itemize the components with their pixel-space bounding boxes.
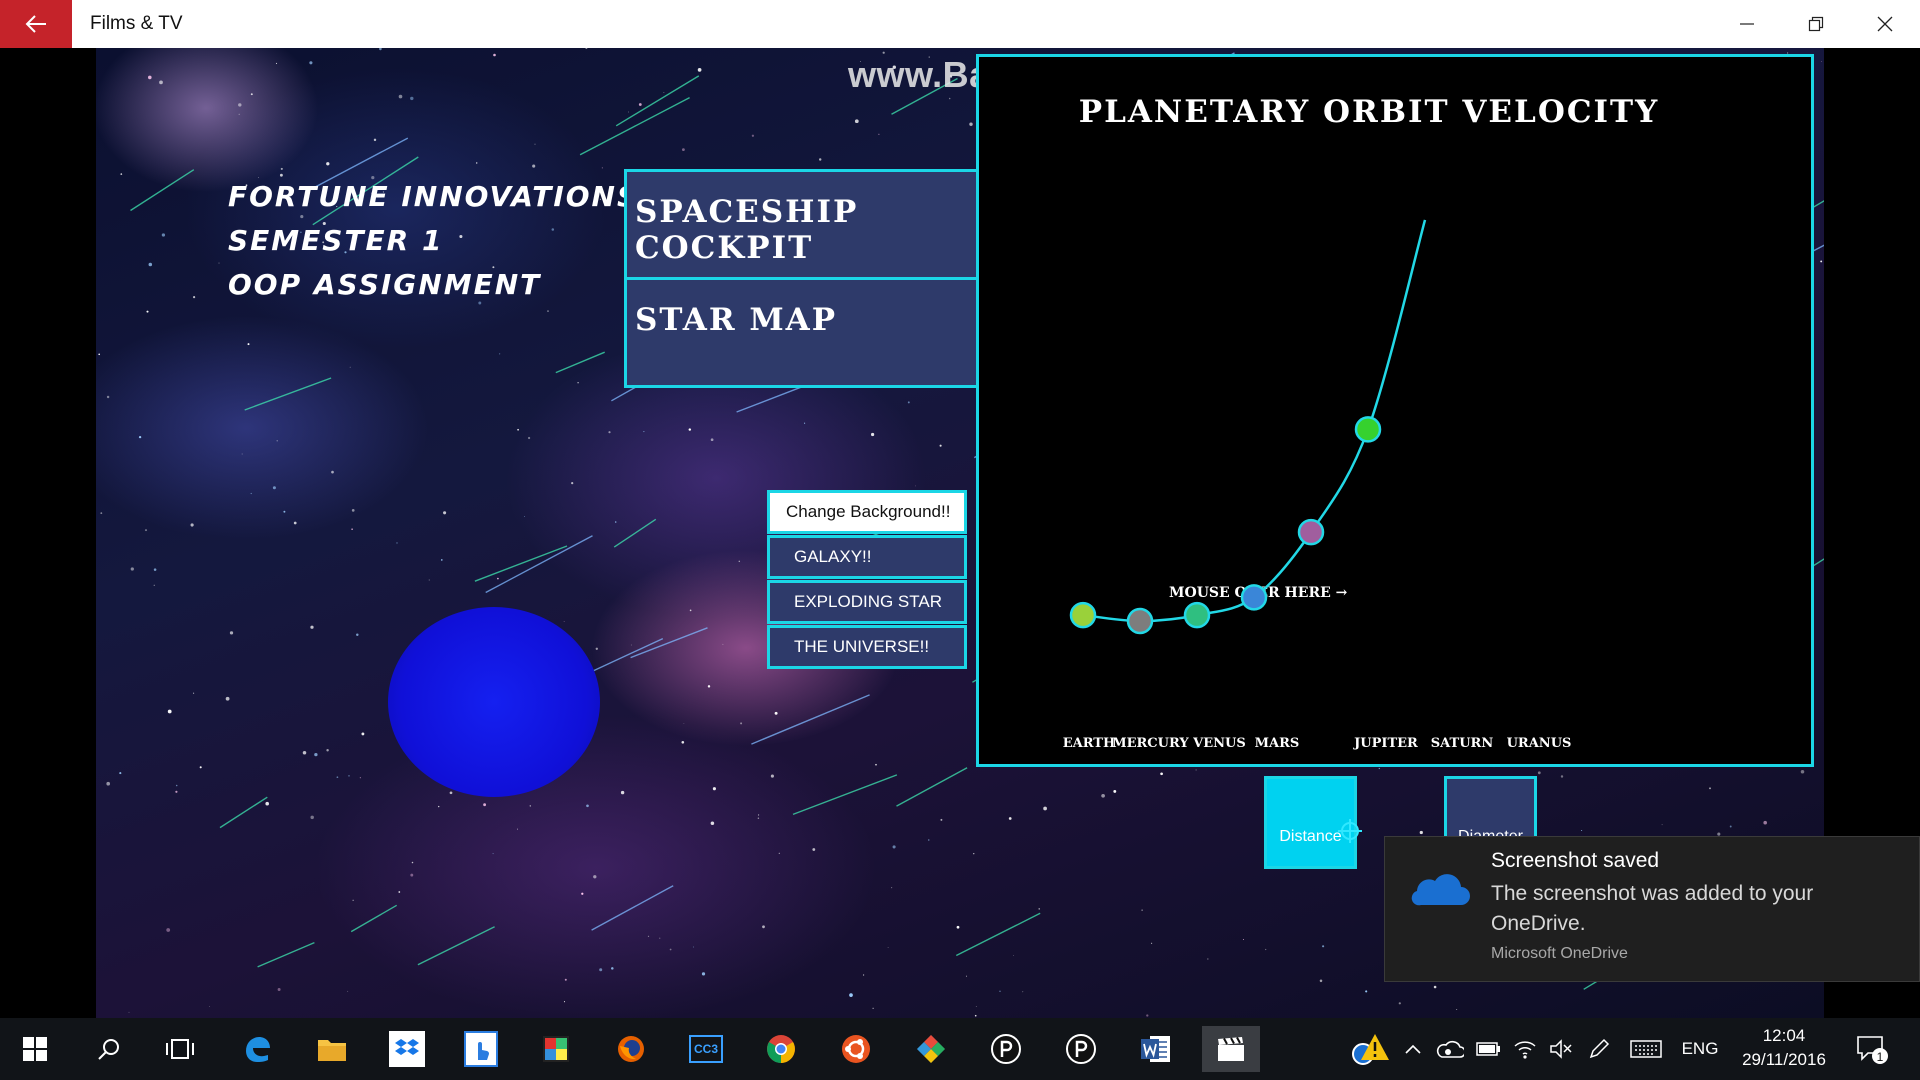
back-arrow-icon xyxy=(25,15,46,33)
background-option-exploding-star[interactable]: EXPLODING STAR xyxy=(767,580,967,624)
ubuntu-icon xyxy=(842,1035,870,1063)
data-point-mercury[interactable] xyxy=(1126,607,1154,635)
category-label-5: URANUS xyxy=(1507,736,1572,751)
background-option-universe[interactable]: THE UNIVERSE!! xyxy=(767,625,967,669)
clock-time: 12:04 xyxy=(1762,1026,1806,1045)
onedrive-sync-icon xyxy=(1436,1040,1464,1058)
language-indicator[interactable]: ENG xyxy=(1678,1034,1722,1064)
task-view-icon xyxy=(166,1039,194,1059)
paint-app-button[interactable] xyxy=(533,1026,579,1072)
file-explorer-button[interactable] xyxy=(309,1026,355,1072)
category-label-3: JUPITER xyxy=(1353,736,1418,751)
orbit-velocity-chart: PLANETARY ORBIT VELOCITY MOUSE OVER HERE… xyxy=(976,54,1814,767)
heading-company: FORTUNE INNOVATIONS xyxy=(228,180,640,213)
keyboard-icon xyxy=(1630,1040,1662,1058)
category-label-0: EARTH xyxy=(1063,736,1116,751)
wifi-tray-button[interactable] xyxy=(1510,1034,1540,1064)
clock[interactable]: 12:04 29/11/2016 xyxy=(1736,1024,1832,1072)
volume-muted-icon xyxy=(1550,1039,1572,1059)
show-hidden-icons-button[interactable] xyxy=(1400,1034,1426,1064)
task-view-button[interactable] xyxy=(157,1026,203,1072)
pen-icon xyxy=(1589,1038,1610,1059)
touch-hand-icon xyxy=(478,1042,490,1060)
change-background-button[interactable]: Change Background!! xyxy=(767,490,967,534)
paint-app-icon xyxy=(543,1036,569,1062)
data-point-earth[interactable] xyxy=(1069,601,1097,629)
heading-semester: SEMESTER 1 xyxy=(228,224,444,257)
battery-icon xyxy=(1476,1042,1500,1056)
background-option-galaxy[interactable]: GALAXY!! xyxy=(767,535,967,579)
dropbox-button[interactable] xyxy=(384,1026,430,1072)
data-point-venus[interactable] xyxy=(1183,601,1211,629)
word-icon xyxy=(1141,1036,1170,1062)
p3d-app-button-1[interactable] xyxy=(983,1026,1029,1072)
warning-icon xyxy=(1352,1034,1389,1065)
data-point-saturn[interactable] xyxy=(1354,416,1382,443)
category-label-4: SATURN xyxy=(1431,736,1494,751)
toast-title: Screenshot saved xyxy=(1491,849,1660,872)
taskbar: CC3 ENG 12:04 29/11/2016 1 xyxy=(0,1018,1920,1080)
chrome-button[interactable] xyxy=(758,1026,804,1072)
minimize-button[interactable] xyxy=(1712,0,1782,48)
data-point-mars[interactable] xyxy=(1240,584,1268,611)
warning-tray-button[interactable] xyxy=(1346,1034,1392,1065)
minimize-icon xyxy=(1740,23,1754,25)
windows-logo-icon xyxy=(23,1037,47,1061)
heading-assignment: OOP ASSIGNMENT xyxy=(228,268,542,301)
p3d-app-icon xyxy=(991,1034,1021,1064)
toast-source: Microsoft OneDrive xyxy=(1491,945,1628,962)
keyboard-tray-button[interactable] xyxy=(1628,1034,1664,1064)
restore-icon xyxy=(1808,16,1824,32)
films-tv-button[interactable] xyxy=(1202,1026,1260,1072)
restore-button[interactable] xyxy=(1781,0,1851,48)
chevron-up-icon xyxy=(1405,1044,1421,1054)
chart-title: PLANETARY ORBIT VELOCITY xyxy=(1079,94,1659,130)
cc3-app-icon: CC3 xyxy=(689,1035,723,1063)
touch-app-button[interactable] xyxy=(458,1026,504,1072)
wifi-icon xyxy=(1514,1041,1536,1059)
notification-count: 1 xyxy=(1877,1050,1884,1064)
file-explorer-icon xyxy=(318,1040,346,1061)
window-title: Films & TV xyxy=(90,13,183,34)
crosshair-cursor-icon xyxy=(1338,819,1362,843)
notification-icon: 1 xyxy=(1857,1036,1888,1064)
p3d-app-icon xyxy=(1066,1034,1096,1064)
onedrive-tray-button[interactable] xyxy=(1434,1034,1466,1064)
clock-date: 29/11/2016 xyxy=(1742,1050,1826,1069)
onedrive-cloud-icon xyxy=(1411,874,1470,906)
edge-button[interactable] xyxy=(234,1026,280,1072)
category-label-1: MERCURY VENUS xyxy=(1112,736,1246,751)
volume-tray-button[interactable] xyxy=(1546,1034,1576,1064)
kodi-icon xyxy=(917,1035,945,1063)
chrome-icon xyxy=(767,1035,795,1063)
action-center-button[interactable]: 1 xyxy=(1852,1034,1892,1064)
search-button[interactable] xyxy=(86,1026,132,1072)
toast-body: The screenshot was added to your OneDriv… xyxy=(1491,882,1814,935)
firefox-button[interactable] xyxy=(608,1026,654,1072)
firefox-icon xyxy=(618,1036,644,1062)
blue-planet xyxy=(388,607,600,797)
back-button[interactable] xyxy=(0,0,72,48)
close-icon xyxy=(1877,16,1893,32)
films-tv-icon xyxy=(1218,1037,1244,1061)
title-bar: Films & TV xyxy=(0,0,1920,48)
category-label-2: MARS xyxy=(1255,736,1300,751)
search-icon xyxy=(98,1039,119,1060)
word-button[interactable] xyxy=(1133,1026,1179,1072)
data-point-jupiter[interactable] xyxy=(1297,518,1325,546)
cc3-app-button[interactable]: CC3 xyxy=(683,1026,729,1072)
pen-tray-button[interactable] xyxy=(1584,1034,1614,1064)
close-button[interactable] xyxy=(1850,0,1920,48)
p3d-app-button-2[interactable] xyxy=(1058,1026,1104,1072)
edge-icon xyxy=(246,1037,270,1062)
dropbox-icon xyxy=(395,1039,419,1055)
battery-tray-button[interactable] xyxy=(1474,1034,1504,1064)
start-button[interactable] xyxy=(12,1026,58,1072)
onedrive-toast[interactable]: Screenshot saved The screenshot was adde… xyxy=(1384,836,1920,982)
ubuntu-button[interactable] xyxy=(833,1026,879,1072)
kodi-button[interactable] xyxy=(908,1026,954,1072)
